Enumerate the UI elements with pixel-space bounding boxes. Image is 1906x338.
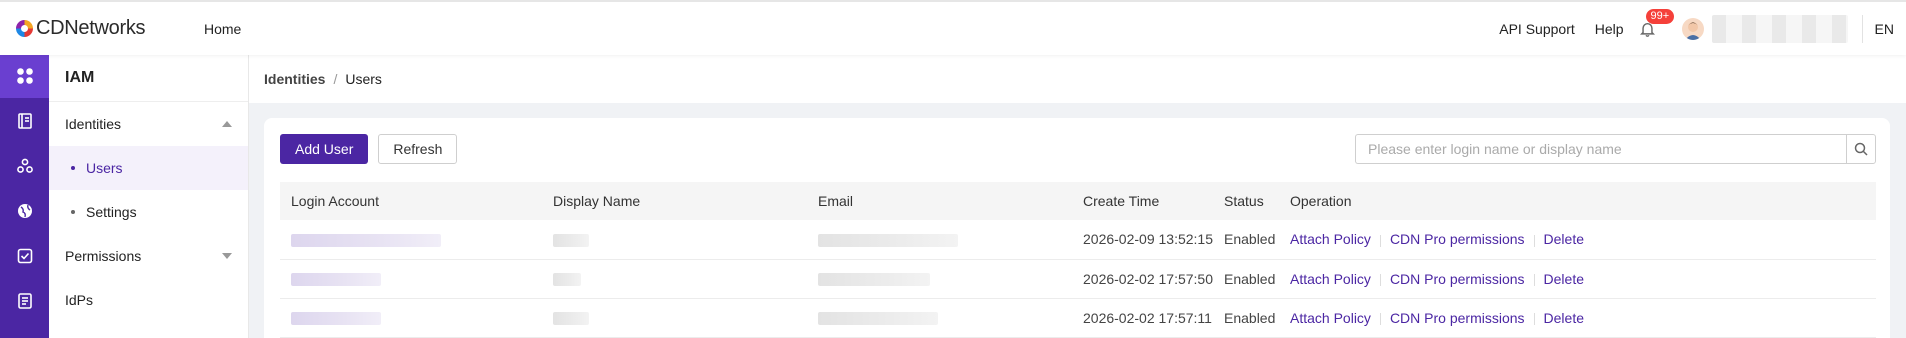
login-account-redacted[interactable] bbox=[291, 312, 381, 326]
users-table: Login Account Display Name Email Create … bbox=[280, 182, 1876, 338]
email-redacted bbox=[818, 312, 938, 326]
table-row: 2026-02-02 17:57:11 Enabled Attach Polic… bbox=[280, 298, 1876, 337]
api-support-link[interactable]: API Support bbox=[1499, 21, 1575, 37]
search-box bbox=[1355, 134, 1876, 164]
sidebar-group-idps[interactable]: IdPs bbox=[49, 278, 248, 322]
op-divider bbox=[1533, 273, 1535, 286]
cdn-pro-permissions-link[interactable]: CDN Pro permissions bbox=[1390, 310, 1525, 326]
attach-policy-link[interactable]: Attach Policy bbox=[1290, 231, 1371, 247]
sidebar-title: IAM bbox=[49, 53, 248, 102]
language-switch[interactable]: EN bbox=[1875, 21, 1894, 37]
globe-icon bbox=[17, 203, 32, 218]
notification-bell-icon[interactable]: 99+ bbox=[1640, 8, 1675, 39]
add-user-button[interactable]: Add User bbox=[280, 134, 369, 164]
login-account-redacted[interactable] bbox=[291, 273, 381, 287]
status: Enabled bbox=[1224, 231, 1276, 248]
cdn-pro-permissions-link[interactable]: CDN Pro permissions bbox=[1390, 271, 1525, 287]
help-link[interactable]: Help bbox=[1595, 21, 1624, 37]
dashboard-icon bbox=[16, 67, 33, 84]
caret-up-icon bbox=[222, 121, 232, 127]
op-divider bbox=[1533, 234, 1535, 247]
operations-cell: Attach Policy CDN Pro permissions Delete bbox=[1279, 259, 1876, 298]
sidebar-item-settings[interactable]: Settings bbox=[49, 190, 248, 234]
email-redacted bbox=[818, 234, 958, 248]
op-divider bbox=[1379, 312, 1381, 325]
rail-network[interactable] bbox=[0, 143, 49, 188]
op-divider bbox=[1533, 312, 1535, 325]
column-header: Email bbox=[818, 193, 854, 209]
column-header: Operation bbox=[1290, 193, 1352, 209]
sidebar-group-label: Permissions bbox=[65, 248, 142, 264]
search-input[interactable] bbox=[1355, 134, 1846, 164]
nav-home-link[interactable]: Home bbox=[204, 21, 241, 37]
sidebar-group-identities[interactable]: Identities bbox=[49, 102, 248, 146]
table-row: 2026-02-02 17:57:50 Enabled Attach Polic… bbox=[280, 259, 1876, 298]
create-time: 2026-02-09 13:52:15 bbox=[1083, 231, 1213, 248]
checklist-icon bbox=[17, 248, 32, 263]
refresh-button[interactable]: Refresh bbox=[378, 134, 458, 164]
sidebar-group-permissions[interactable]: Permissions bbox=[49, 234, 248, 278]
create-time: 2026-02-02 17:57:11 bbox=[1083, 309, 1212, 326]
op-divider bbox=[1379, 273, 1381, 286]
top-header: CDNetworks Home API Support Help 99+ EN bbox=[0, 0, 1906, 55]
breadcrumb-separator: / bbox=[333, 71, 338, 87]
rail-globe[interactable] bbox=[0, 188, 49, 233]
rail-checklist[interactable] bbox=[0, 233, 49, 278]
sidebar-item-users[interactable]: Users bbox=[49, 146, 248, 190]
delete-link[interactable]: Delete bbox=[1544, 271, 1584, 287]
column-header: Login Account bbox=[291, 193, 379, 209]
user-avatar[interactable] bbox=[1681, 17, 1704, 40]
table-row: 2026-02-09 13:52:15 Enabled Attach Polic… bbox=[280, 220, 1876, 259]
username-redacted[interactable] bbox=[1711, 14, 1848, 43]
op-divider bbox=[1379, 234, 1381, 247]
display-name-redacted bbox=[553, 312, 589, 326]
column-header: Display Name bbox=[553, 193, 641, 209]
breadcrumb-current: Users bbox=[345, 71, 382, 87]
network-icon bbox=[16, 158, 33, 173]
operations-cell: Attach Policy CDN Pro permissions Delete bbox=[1279, 298, 1876, 337]
caret-down-icon bbox=[222, 253, 232, 259]
logo-text: CDNetworks bbox=[36, 17, 146, 39]
iam-sidebar: IAM Identities Users Settings Permission… bbox=[49, 53, 249, 338]
report-icon bbox=[17, 292, 32, 309]
status: Enabled bbox=[1224, 309, 1276, 326]
logo[interactable]: CDNetworks bbox=[16, 17, 186, 40]
sidebar-group-label: Identities bbox=[65, 116, 122, 132]
create-time: 2026-02-02 17:57:50 bbox=[1083, 270, 1213, 287]
header-divider bbox=[1861, 14, 1863, 43]
display-name-redacted bbox=[553, 234, 589, 248]
status: Enabled bbox=[1224, 270, 1276, 287]
rail-report[interactable] bbox=[0, 278, 49, 323]
attach-policy-link[interactable]: Attach Policy bbox=[1290, 271, 1371, 287]
login-account-redacted[interactable] bbox=[291, 234, 441, 248]
delete-link[interactable]: Delete bbox=[1544, 310, 1584, 326]
rail-book[interactable] bbox=[0, 98, 49, 143]
breadcrumb: Identities / Users bbox=[249, 55, 1906, 103]
table-header-row: Login Account Display Name Email Create … bbox=[280, 182, 1876, 220]
sidebar-item-label: Users bbox=[86, 160, 123, 176]
column-header: Status bbox=[1224, 193, 1264, 209]
display-name-redacted bbox=[553, 273, 581, 287]
rail-dashboard[interactable] bbox=[0, 53, 49, 98]
sidebar-item-label: Settings bbox=[86, 204, 137, 220]
search-icon bbox=[1854, 142, 1868, 156]
attach-policy-link[interactable]: Attach Policy bbox=[1290, 310, 1371, 326]
delete-link[interactable]: Delete bbox=[1544, 231, 1584, 247]
book-icon bbox=[17, 112, 32, 129]
notification-count-badge: 99+ bbox=[1645, 8, 1675, 24]
users-card: Add User Refresh Login Account Display N… bbox=[264, 118, 1890, 338]
bullet-icon bbox=[71, 166, 75, 170]
operations-cell: Attach Policy CDN Pro permissions Delete bbox=[1279, 220, 1876, 259]
cdn-pro-permissions-link[interactable]: CDN Pro permissions bbox=[1390, 231, 1525, 247]
logo-mark-icon bbox=[16, 20, 33, 37]
product-icon-rail bbox=[0, 53, 49, 338]
email-redacted bbox=[818, 273, 930, 287]
search-button[interactable] bbox=[1846, 134, 1876, 164]
sidebar-group-label: IdPs bbox=[65, 292, 94, 308]
breadcrumb-parent[interactable]: Identities bbox=[264, 71, 325, 87]
bullet-icon bbox=[71, 210, 75, 214]
column-header: Create Time bbox=[1083, 193, 1160, 209]
